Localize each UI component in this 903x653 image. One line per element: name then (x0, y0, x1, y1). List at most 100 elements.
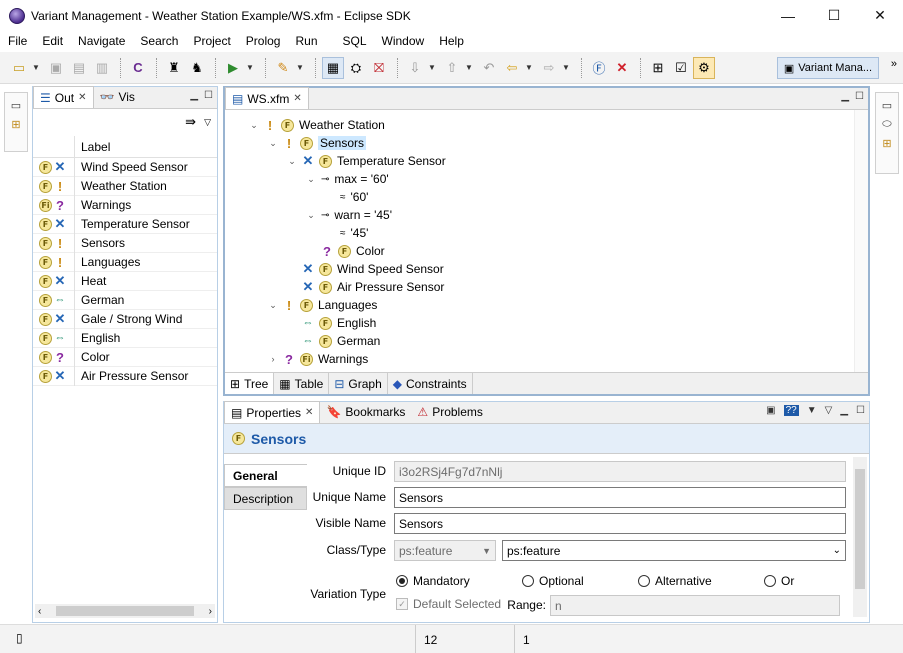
scroll-right-icon[interactable]: › (209, 606, 212, 617)
view-menu-icon[interactable]: ▼ (807, 405, 817, 416)
expand-down-icon[interactable]: ⌄ (287, 156, 297, 167)
menu-edit[interactable]: Edit (34, 34, 70, 48)
expand-down-icon[interactable]: ⌄ (249, 120, 259, 131)
tree-node[interactable]: ›? Fi Warnings (268, 350, 369, 368)
tree-node[interactable]: ⌄ ⊸ warn = '45' (306, 206, 392, 224)
run-dropdown-icon[interactable]: ▼ (245, 63, 255, 72)
radio-button[interactable] (396, 575, 408, 587)
model-icon[interactable]: ⛭ (345, 57, 367, 79)
tab-constraints[interactable]: ◆ Constraints (388, 373, 473, 394)
advanced-icon[interactable]: ?? (783, 405, 799, 416)
table-row[interactable]: F ✕ Heat (33, 271, 217, 291)
type-select[interactable]: ps:feature ⌄ (502, 540, 846, 561)
next-annotation-icon[interactable]: ⇩ (404, 57, 426, 79)
close-button[interactable]: ✕ (857, 0, 903, 31)
menu-sql[interactable]: SQL (335, 34, 374, 48)
back-dropdown-icon[interactable]: ▼ (524, 63, 534, 72)
back-icon[interactable]: ⇦ (501, 57, 523, 79)
tab-graph[interactable]: ⊟ Graph (329, 373, 388, 394)
stop-model-icon[interactable]: ⛝ (368, 57, 390, 79)
tab-tree[interactable]: ⊞ Tree (225, 373, 275, 394)
more-perspectives-icon[interactable]: » (891, 58, 897, 70)
tab-outline[interactable]: ☰ Out ✕ (33, 86, 94, 108)
expand-right-icon[interactable]: › (268, 354, 278, 364)
new-icon[interactable]: ▭ (8, 57, 30, 79)
radio-or[interactable]: Or (764, 574, 794, 588)
save-icon[interactable]: ▣ (45, 57, 67, 79)
visible-name-field[interactable]: Sensors (394, 513, 846, 534)
tree-node[interactable]: ⇔ F German (287, 332, 381, 350)
layout-icon[interactable]: ⊞ (647, 57, 669, 79)
runner-icon[interactable]: ♜ (163, 57, 185, 79)
menu-run[interactable]: Run (287, 34, 324, 48)
tree-node[interactable]: ≈ '45' (325, 224, 368, 242)
table-row[interactable]: F ✕ Wind Speed Sensor (33, 157, 217, 177)
tree-node[interactable]: ? F Color (306, 242, 385, 260)
prolog-icon[interactable]: C (127, 57, 149, 79)
tree-node[interactable]: ✕ F Air Pressure Sensor (287, 278, 445, 296)
minimize-view-icon[interactable]: ▁ (841, 91, 849, 102)
table-row[interactable]: F ✕ Temperature Sensor (33, 214, 217, 234)
tab-bookmarks[interactable]: 🔖 Bookmarks (320, 401, 411, 423)
expand-down-icon[interactable]: ⌄ (268, 300, 278, 311)
restore-icon[interactable]: ▭ (876, 99, 898, 112)
minimize-view-icon[interactable]: ▁ (190, 90, 198, 101)
save-all-icon[interactable]: ▤ (68, 57, 90, 79)
tab-visible[interactable]: 👓 Vis (94, 86, 141, 108)
menu-window[interactable]: Window (374, 34, 432, 48)
radio-optional[interactable]: Optional (522, 574, 584, 588)
perspective-button[interactable]: ▣ Variant Mana... (776, 57, 879, 79)
hierarchy-icon[interactable]: ⊞ (5, 118, 27, 131)
tree-node[interactable]: ⌄! F Weather Station (249, 116, 385, 134)
run-icon[interactable]: ▶ (222, 57, 244, 79)
tree-node[interactable]: ⌄! F Languages (268, 296, 377, 314)
menu-search[interactable]: Search (132, 34, 185, 48)
vertical-scrollbar[interactable] (854, 110, 868, 372)
tree-node[interactable]: ≈ '60' (325, 188, 368, 206)
next-annotation-dropdown-icon[interactable]: ▼ (427, 63, 437, 72)
tree-node[interactable]: ⌄! F Sensors (268, 134, 367, 152)
table-row[interactable]: Fi? Warnings (33, 195, 217, 215)
section-description[interactable]: Description (224, 487, 307, 510)
restore-icon[interactable]: ▭ (5, 99, 27, 112)
table-row[interactable]: F ⇔ German (33, 290, 217, 310)
tree-node[interactable]: ⇔ F English (287, 314, 377, 332)
last-edit-icon[interactable]: ↶ (478, 57, 500, 79)
maximize-view-icon[interactable]: ☐ (855, 91, 864, 102)
tab-problems[interactable]: ⚠ Problems (411, 401, 488, 423)
print-icon[interactable]: ▥ (91, 57, 113, 79)
fast-view-icon[interactable]: ▯ (16, 631, 23, 645)
auto-resolve-icon[interactable]: ⚙ (693, 56, 715, 79)
minimize-button[interactable]: — (765, 0, 811, 31)
scrollbar-thumb[interactable] (855, 469, 865, 589)
prev-annotation-icon[interactable]: ⇧ (441, 57, 463, 79)
expand-down-icon[interactable]: ⌄ (268, 138, 278, 149)
check-icon[interactable]: ☑ (670, 57, 692, 79)
forward-icon[interactable]: ⇨ (538, 57, 560, 79)
tab-table[interactable]: ▦ Table (274, 373, 330, 394)
menu-project[interactable]: Project (185, 34, 237, 48)
scrollbar-thumb[interactable] (56, 606, 194, 616)
feature-add-icon[interactable]: Ⓕ (588, 57, 610, 79)
close-tab-icon[interactable]: ✕ (78, 92, 86, 103)
maximize-button[interactable]: ☐ (811, 0, 857, 31)
hierarchy-icon[interactable]: ⊞ (876, 137, 898, 150)
vertical-scrollbar[interactable] (853, 457, 867, 617)
table-row[interactable]: F! Sensors (33, 233, 217, 253)
new-dropdown-icon[interactable]: ▼ (31, 63, 41, 72)
toggle-view-icon[interactable]: ▦ (322, 56, 344, 79)
close-tab-icon[interactable]: ✕ (305, 407, 313, 418)
table-row[interactable]: F ⇔ English (33, 328, 217, 348)
prev-annotation-dropdown-icon[interactable]: ▼ (464, 63, 474, 72)
menu-prolog[interactable]: Prolog (238, 34, 288, 48)
pen-icon[interactable]: ✎ (272, 57, 294, 79)
radio-button[interactable] (522, 575, 534, 587)
unique-name-field[interactable]: Sensors (394, 487, 846, 508)
table-row[interactable]: F! Languages (33, 252, 217, 272)
menu-navigate[interactable]: Navigate (70, 34, 132, 48)
maximize-view-icon[interactable]: ☐ (204, 90, 213, 101)
tree-node[interactable]: ✕ F Wind Speed Sensor (287, 260, 444, 278)
tab-ws-xfm[interactable]: ▤ WS.xfm ✕ (225, 87, 309, 109)
expand-down-icon[interactable]: ⌄ (306, 174, 316, 185)
runner-alt-icon[interactable]: ♞ (186, 57, 208, 79)
